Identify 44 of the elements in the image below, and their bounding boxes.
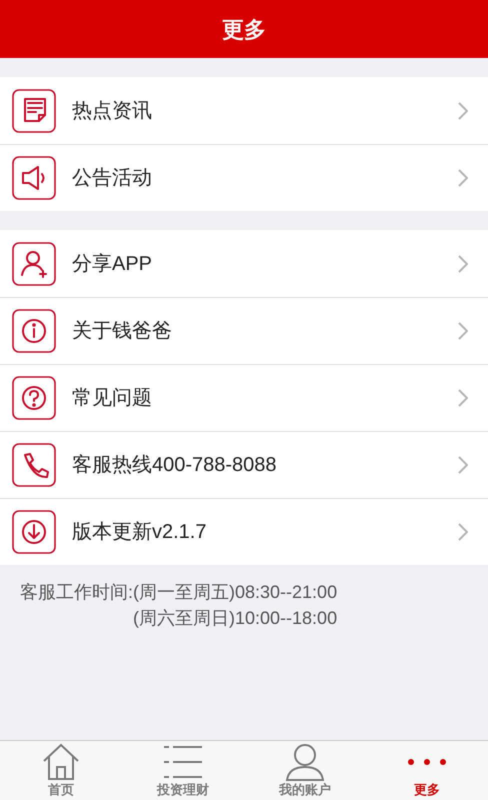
menu-label: 客服热线400-788-8088 [72, 453, 278, 478]
service-hours-text: (周一至周五)08:30--21:00 [133, 581, 338, 604]
tab-item[interactable]: 首页 [0, 741, 122, 800]
tab-label: 更多 [414, 782, 440, 798]
tab-item[interactable]: 我的账户 [244, 741, 366, 800]
question-icon [10, 376, 58, 420]
tab-item[interactable]: 更多 [366, 741, 488, 800]
download-icon [10, 510, 58, 554]
more-icon [407, 756, 447, 766]
chevron-icon [458, 102, 468, 120]
menu-label: 常见问题 [72, 386, 153, 411]
menu-item[interactable]: 分享APP [0, 230, 488, 297]
user-icon [285, 742, 325, 780]
menu-item[interactable]: 热点资讯 [0, 77, 488, 144]
info-icon [10, 309, 58, 353]
menu-item[interactable]: 关于钱爸爸 [0, 297, 488, 364]
menu-label: 公告活动 [72, 166, 153, 191]
menu-label: 分享APP [72, 252, 154, 276]
service-hours-text: (周六至周日)10:00--18:00 [133, 607, 338, 630]
chevron-icon [458, 389, 468, 407]
tab-label: 首页 [48, 782, 74, 798]
menu-label: 版本更新v2.1.7 [72, 520, 208, 545]
user-add-icon [10, 242, 58, 286]
chevron-icon [458, 322, 468, 340]
tab-label: 投资理财 [157, 782, 209, 798]
chevron-icon [458, 523, 468, 541]
tab-item[interactable]: 投资理财 [122, 741, 244, 800]
home-icon [41, 742, 81, 780]
document-icon [10, 88, 58, 132]
service-hours-label: 客服工作时间: [20, 581, 134, 604]
menu-item[interactable]: 版本更新v2.1.7 [0, 498, 488, 565]
chevron-icon [458, 169, 468, 187]
tab-label: 我的账户 [279, 782, 331, 798]
menu-label: 热点资讯 [72, 98, 153, 124]
page-title: 更多 [222, 16, 266, 44]
chevron-icon [458, 456, 468, 474]
speaker-icon [10, 156, 58, 200]
menu-label: 关于钱爸爸 [72, 319, 173, 344]
menu-item[interactable]: 客服热线400-788-8088 [0, 431, 488, 498]
menu-item[interactable]: 公告活动 [0, 144, 488, 211]
list-icon [163, 744, 203, 778]
chevron-icon [458, 254, 468, 272]
phone-icon [10, 443, 58, 487]
menu-item[interactable]: 常见问题 [0, 364, 488, 431]
